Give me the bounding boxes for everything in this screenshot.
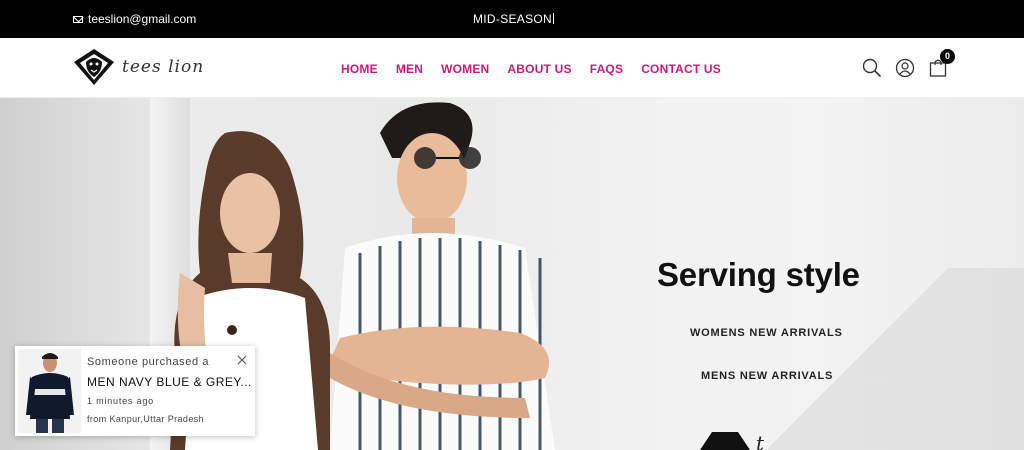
site-logo[interactable]: tees lion bbox=[72, 48, 204, 86]
nav-contact-us[interactable]: CONTACT US bbox=[641, 62, 721, 76]
womens-new-arrivals-link[interactable]: WOMENS NEW ARRIVALS bbox=[690, 327, 843, 339]
cart-count-badge: 0 bbox=[940, 49, 955, 64]
nav-faqs[interactable]: FAQS bbox=[590, 62, 623, 76]
site-header: tees lion HOME MEN WOMEN ABOUT US FAQS C… bbox=[0, 38, 1024, 98]
promo-ticker: MID-SEASON bbox=[473, 12, 555, 26]
nav-home[interactable]: HOME bbox=[341, 62, 378, 76]
recent-purchase-popup[interactable]: Someone purchased a MEN NAVY BLUE & GREY… bbox=[15, 346, 255, 436]
promo-text: MID-SEASON bbox=[473, 12, 553, 26]
contact-email-text: teeslion@gmail.com bbox=[88, 12, 197, 26]
mens-new-arrivals-link[interactable]: MENS NEW ARRIVALS bbox=[701, 370, 833, 382]
popup-location: from Kanpur,Uttar Pradesh bbox=[87, 414, 205, 424]
logo-wordmark: tees lion bbox=[122, 57, 205, 77]
mail-icon bbox=[73, 15, 83, 23]
nav-women[interactable]: WOMEN bbox=[441, 62, 489, 76]
popup-time: 1 minutes ago bbox=[87, 396, 154, 406]
nav-about-us[interactable]: ABOUT US bbox=[507, 62, 571, 76]
popup-message: Someone purchased a bbox=[87, 356, 210, 368]
close-icon[interactable] bbox=[237, 352, 247, 365]
cart-icon[interactable]: 0 bbox=[928, 49, 955, 78]
ticker-caret bbox=[553, 13, 555, 24]
header-actions: 0 bbox=[862, 49, 955, 78]
hero-title: Serving style bbox=[657, 256, 860, 293]
account-icon[interactable] bbox=[895, 58, 915, 78]
svg-text:t: t bbox=[756, 431, 765, 450]
search-icon[interactable] bbox=[862, 58, 882, 78]
contact-email[interactable]: teeslion@gmail.com bbox=[73, 12, 196, 26]
top-announcement-bar: teeslion@gmail.com MID-SEASON bbox=[0, 0, 1024, 38]
product-thumbnail[interactable] bbox=[18, 349, 81, 433]
lion-logo-icon bbox=[74, 49, 114, 85]
main-nav: HOME MEN WOMEN ABOUT US FAQS CONTACT US bbox=[341, 62, 721, 76]
nav-men[interactable]: MEN bbox=[396, 62, 423, 76]
popup-product-name[interactable]: MEN NAVY BLUE & GREY... bbox=[87, 375, 252, 389]
